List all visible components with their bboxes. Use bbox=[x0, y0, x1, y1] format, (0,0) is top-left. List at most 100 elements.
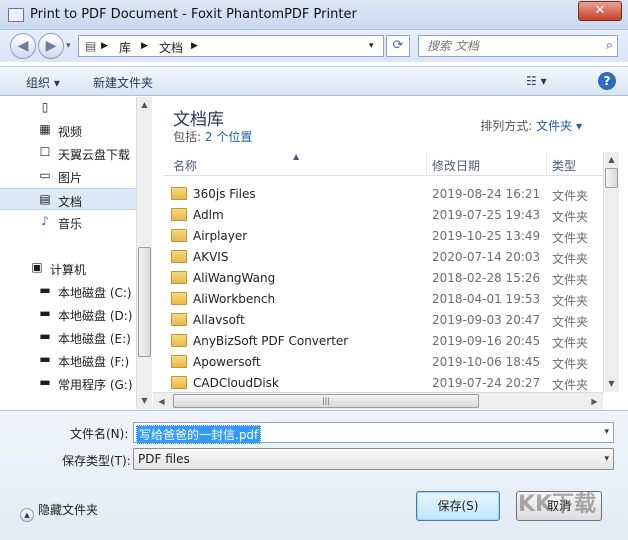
hide-folders-toggle[interactable]: ▲ 隐藏文件夹 bbox=[20, 501, 98, 522]
table-row[interactable]: Airplayer 2019-10-25 13:49 文件夹 bbox=[163, 226, 603, 247]
scroll-up-icon[interactable]: ▲ bbox=[137, 97, 152, 113]
table-row[interactable]: Apowersoft 2019-10-06 18:45 文件夹 bbox=[163, 352, 603, 373]
nav-item-partial[interactable]: ▯ bbox=[0, 97, 136, 119]
forward-icon[interactable]: ▶ bbox=[38, 33, 64, 59]
drive-icon: ▬ bbox=[39, 352, 51, 366]
recent-pages-dropdown-icon[interactable]: ▾ bbox=[66, 41, 71, 51]
hide-folders-label: 隐藏文件夹 bbox=[38, 503, 99, 517]
row-date: 2020-07-14 20:03 bbox=[432, 250, 541, 264]
nav-item-drive-g[interactable]: ▬ 常用程序 (G:) bbox=[0, 372, 136, 394]
help-icon[interactable]: ? bbox=[598, 72, 616, 90]
chevron-down-icon[interactable]: ▾ bbox=[604, 454, 609, 464]
close-button[interactable]: ✕ bbox=[578, 1, 622, 21]
row-date: 2019-07-24 20:27 bbox=[432, 376, 541, 390]
drive-icon: ▬ bbox=[39, 375, 51, 389]
nav-item-videos[interactable]: ▦ 视频 bbox=[0, 119, 136, 141]
sort-ascending-icon: ▲ bbox=[293, 152, 300, 161]
scroll-left-icon[interactable]: ◀ bbox=[153, 393, 170, 410]
nav-item-drive-f[interactable]: ▬ 本地磁盘 (F:) bbox=[0, 349, 136, 371]
search-icon[interactable]: ⌕ bbox=[606, 38, 613, 53]
scroll-thumb[interactable] bbox=[138, 247, 151, 357]
view-options-button[interactable]: ☷ ▾ bbox=[526, 74, 547, 88]
table-row[interactable]: AliWorkbench 2018-04-01 19:53 文件夹 bbox=[163, 289, 603, 310]
nav-item-cloud-downloads[interactable]: ☐ 天翼云盘下载 bbox=[0, 142, 136, 164]
row-date: 2018-02-28 15:26 bbox=[432, 271, 541, 285]
row-name: AKVIS bbox=[193, 250, 229, 264]
sort-label: 排列方式: bbox=[480, 119, 533, 133]
scroll-thumb[interactable]: ||| bbox=[173, 394, 479, 408]
save-button[interactable]: 保存(S) bbox=[416, 491, 500, 521]
nav-item-label: 常用程序 (G:) bbox=[58, 378, 133, 392]
table-row[interactable]: CADCloudDisk 2019-07-24 20:27 文件夹 bbox=[163, 373, 603, 394]
nav-scrollbar[interactable]: ▲ ▼ bbox=[136, 97, 152, 409]
address-bar[interactable]: ▤ ▶ 库 ▶ 文档 ▶ ▾ bbox=[78, 35, 384, 57]
search-input[interactable] bbox=[419, 36, 589, 56]
organize-menu[interactable]: 组织 ▾ bbox=[26, 74, 60, 91]
search-box[interactable]: ⌕ bbox=[418, 35, 618, 57]
breadcrumb-library[interactable]: 库 bbox=[119, 39, 131, 56]
table-row[interactable]: Allavsoft 2019-09-03 20:47 文件夹 bbox=[163, 310, 603, 331]
row-type: 文件夹 bbox=[552, 189, 589, 203]
horizontal-scrollbar[interactable]: ◀ ||| ▶ bbox=[153, 392, 603, 409]
table-row[interactable]: AKVIS 2020-07-14 20:03 文件夹 bbox=[163, 247, 603, 268]
scroll-down-icon[interactable]: ▼ bbox=[137, 393, 152, 409]
nav-item-drive-c[interactable]: ▬ 本地磁盘 (C:) bbox=[0, 280, 136, 302]
music-icon: ♪ bbox=[41, 214, 49, 228]
column-divider[interactable] bbox=[426, 152, 427, 176]
refresh-icon[interactable]: ⟳ bbox=[386, 35, 410, 57]
back-icon[interactable]: ◀ bbox=[10, 33, 36, 59]
drive-icon: ▬ bbox=[39, 306, 51, 320]
new-folder-button[interactable]: 新建文件夹 bbox=[93, 74, 153, 91]
scroll-thumb[interactable] bbox=[605, 168, 618, 188]
row-name: 360js Files bbox=[193, 187, 256, 201]
locations-link[interactable]: 2 个位置 bbox=[205, 130, 252, 144]
scroll-right-icon[interactable]: ▶ bbox=[586, 393, 603, 410]
library-includes: 包括: 2 个位置 bbox=[173, 128, 252, 145]
folder-icon bbox=[171, 355, 187, 368]
nav-item-drive-d[interactable]: ▬ 本地磁盘 (D:) bbox=[0, 303, 136, 325]
column-divider[interactable] bbox=[546, 152, 547, 176]
nav-item-computer[interactable]: ▣ 计算机 bbox=[0, 257, 136, 279]
nav-item-pictures[interactable]: ▭ 图片 bbox=[0, 165, 136, 187]
column-header-name[interactable]: 名称 bbox=[173, 157, 197, 174]
sort-control: 排列方式: 文件夹 ▾ bbox=[480, 117, 582, 134]
library-title: 文档库 bbox=[173, 110, 224, 130]
chevron-right-icon[interactable]: ▶ bbox=[191, 41, 198, 51]
row-date: 2019-10-06 18:45 bbox=[432, 355, 541, 369]
table-row[interactable]: 360js Files 2019-08-24 16:21 文件夹 bbox=[163, 184, 603, 205]
table-row[interactable]: AliWangWang 2018-02-28 15:26 文件夹 bbox=[163, 268, 603, 289]
watermark: KK下载 bbox=[518, 492, 597, 517]
table-row[interactable]: AnyBizSoft PDF Converter 2019-09-16 20:45… bbox=[163, 331, 603, 352]
filename-value[interactable]: 写给爸爸的一封信.pdf bbox=[136, 425, 262, 444]
chevron-down-icon[interactable]: ▾ bbox=[604, 427, 609, 437]
folder-icon bbox=[171, 292, 187, 305]
scroll-up-icon[interactable]: ▲ bbox=[604, 152, 619, 168]
file-list-scrollbar[interactable]: ▲ ▼ bbox=[603, 152, 619, 392]
column-header-date[interactable]: 修改日期 bbox=[432, 157, 480, 174]
nav-item-documents[interactable]: ▤ 文档 bbox=[0, 188, 136, 210]
chevron-right-icon[interactable]: ▶ bbox=[101, 41, 108, 51]
library-icon: ▤ bbox=[85, 39, 97, 53]
chevron-right-icon[interactable]: ▶ bbox=[141, 41, 148, 51]
row-date: 2019-07-25 19:43 bbox=[432, 208, 541, 222]
nav-item-music[interactable]: ♪ 音乐 bbox=[0, 211, 136, 233]
sort-dropdown[interactable]: 文件夹 ▾ bbox=[536, 119, 582, 133]
column-header-type[interactable]: 类型 bbox=[552, 157, 576, 174]
folder-icon bbox=[171, 250, 187, 263]
breadcrumb-documents[interactable]: 文档 bbox=[159, 39, 183, 56]
row-name: Apowersoft bbox=[193, 355, 261, 369]
table-row[interactable]: Adlm 2019-07-25 19:43 文件夹 bbox=[163, 205, 603, 226]
filetype-select[interactable]: PDF files ▾ bbox=[133, 448, 614, 470]
row-type: 文件夹 bbox=[552, 273, 589, 287]
row-name: Airplayer bbox=[193, 229, 248, 243]
nav-item-label: 本地磁盘 (E:) bbox=[58, 332, 131, 346]
nav-item-drive-e[interactable]: ▬ 本地磁盘 (E:) bbox=[0, 326, 136, 348]
nav-item-label: 本地磁盘 (D:) bbox=[58, 309, 133, 323]
filename-field[interactable]: 写给爸爸的一封信.pdf ▾ bbox=[133, 422, 614, 444]
row-type: 文件夹 bbox=[552, 294, 589, 308]
row-name: AliWangWang bbox=[193, 271, 276, 285]
nav-item-label: 图片 bbox=[58, 171, 83, 185]
scroll-down-icon[interactable]: ▼ bbox=[604, 376, 619, 392]
address-dropdown-icon[interactable]: ▾ bbox=[369, 41, 374, 51]
folder-icon bbox=[171, 313, 187, 326]
